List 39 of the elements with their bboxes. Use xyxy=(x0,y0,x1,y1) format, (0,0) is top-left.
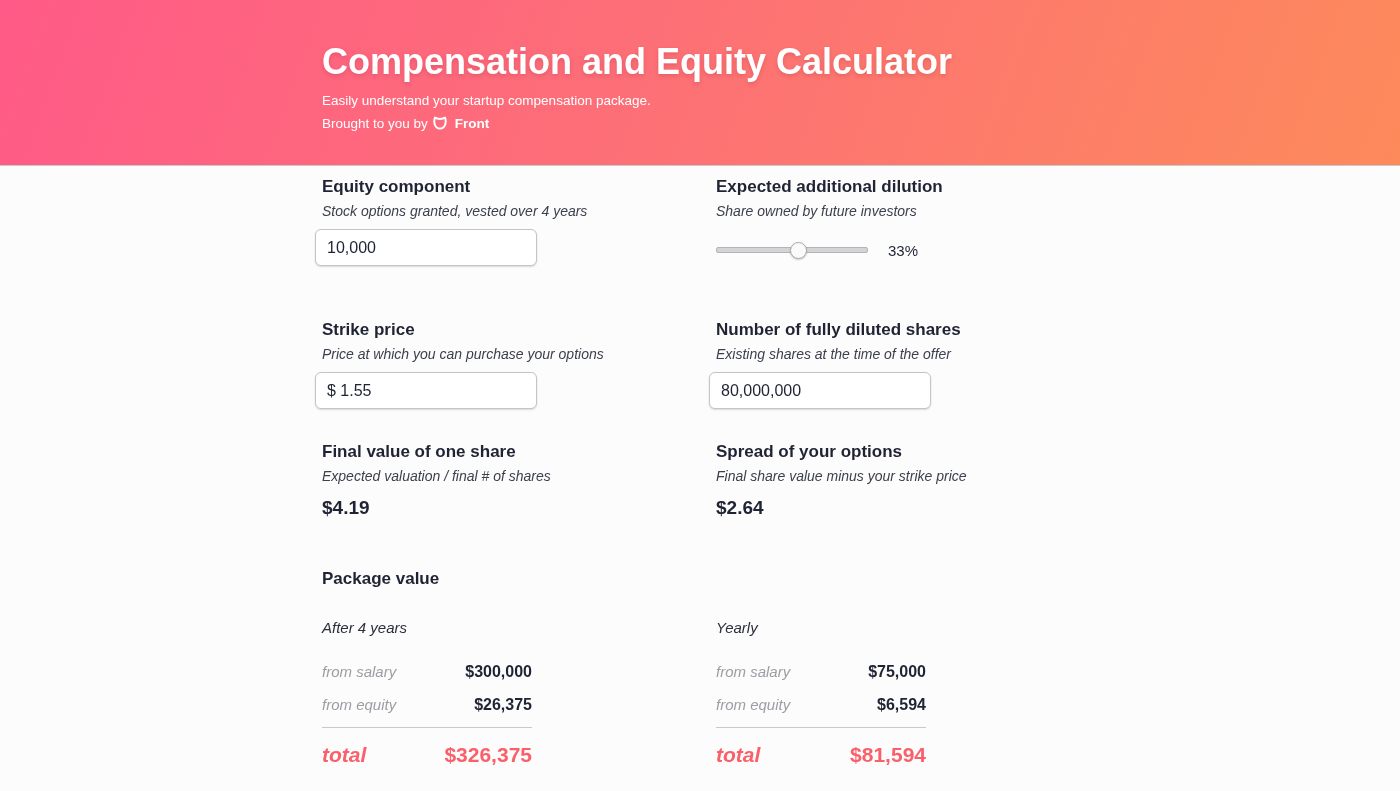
field-hint: Final share value minus your strike price xyxy=(716,467,967,486)
field-title: Strike price xyxy=(322,319,415,341)
period-label: Yearly xyxy=(716,618,758,638)
row-label: from salary xyxy=(322,663,397,680)
input-field[interactable]: 10,000 xyxy=(315,229,537,266)
result-value: $2.64 xyxy=(716,496,764,520)
page-title: Compensation and Equity Calculator xyxy=(322,40,953,84)
field-hint: Existing shares at the time of the offer xyxy=(716,345,951,364)
field-title: Spread of your options xyxy=(716,441,903,463)
row-value: $26,375 xyxy=(474,695,532,714)
row-label: from salary xyxy=(716,663,791,680)
credit-text: Brought to you by xyxy=(322,115,428,131)
row-value: $6,594 xyxy=(877,695,926,714)
slider-value: 33% xyxy=(888,241,919,259)
field-title: Expected additional dilution xyxy=(716,176,943,198)
field-title: Number of fully diluted shares xyxy=(716,319,961,341)
total-value: $81,594 xyxy=(850,743,926,767)
slider-thumb[interactable] xyxy=(790,242,807,259)
logo-icon xyxy=(432,116,447,130)
field-hint: Stock options granted, vested over 4 years xyxy=(322,202,588,221)
period-label: After 4 years xyxy=(322,618,408,638)
input-field[interactable]: $ 1.55 xyxy=(315,372,537,409)
total-label: total xyxy=(716,743,761,767)
row-value: $75,000 xyxy=(868,662,926,681)
field-title: Equity component xyxy=(322,176,471,198)
section-title: Package value xyxy=(322,568,440,590)
row-label: from equity xyxy=(716,696,791,713)
row-value: $300,000 xyxy=(465,662,532,681)
field-hint: Expected valuation / final # of shares xyxy=(322,467,551,486)
field-hint: Price at which you can purchase your options xyxy=(322,345,604,364)
row-label: from equity xyxy=(322,696,397,713)
result-value: $4.19 xyxy=(322,496,370,520)
input-field[interactable]: 80,000,000 xyxy=(709,372,931,409)
field-hint: Share owned by future investors xyxy=(716,202,917,221)
field-title: Final value of one share xyxy=(322,441,516,463)
total-value: $326,375 xyxy=(444,743,532,767)
total-label: total xyxy=(322,743,367,767)
page-subtitle: Easily understand your startup compensation package. xyxy=(322,92,651,110)
brand-name: Front xyxy=(454,115,490,131)
